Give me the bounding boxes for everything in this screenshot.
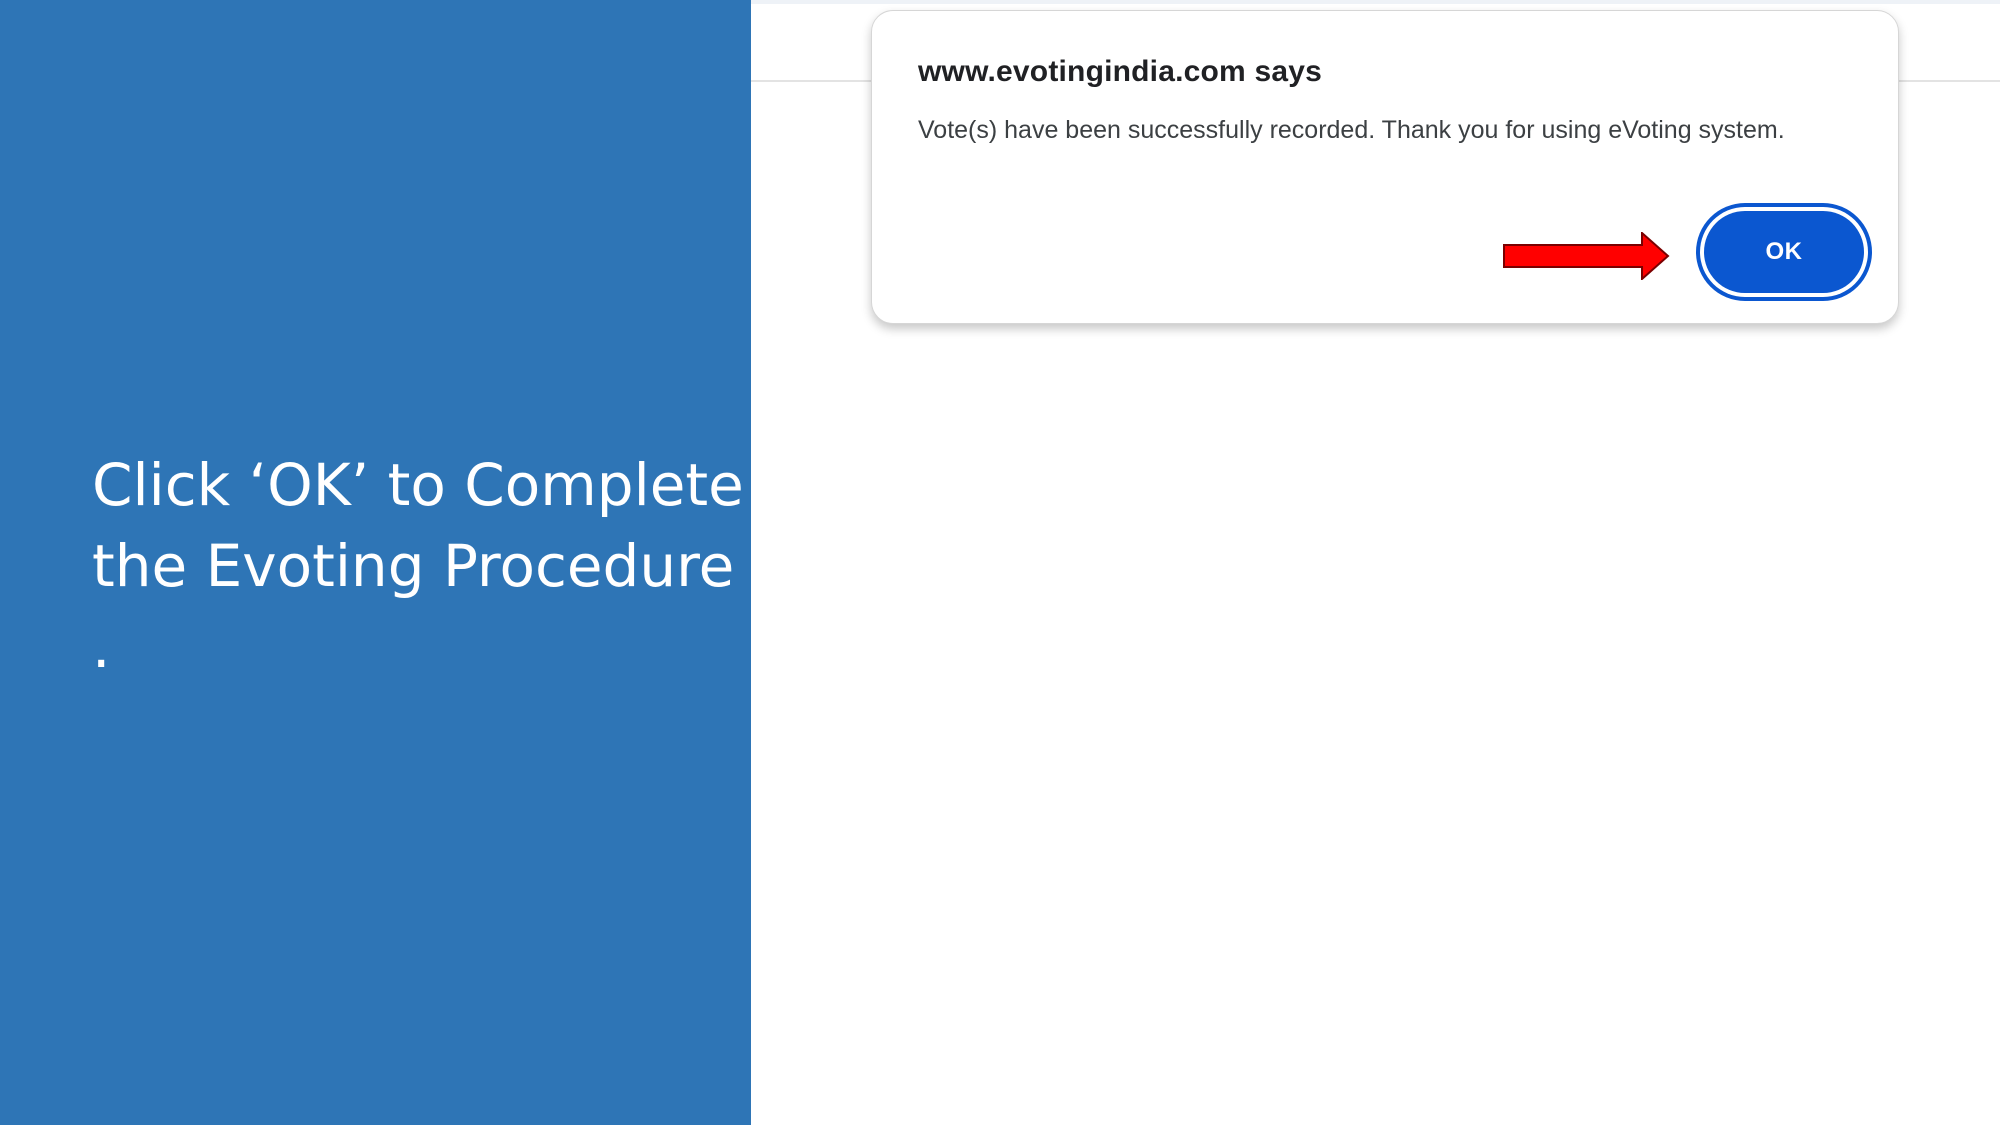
ok-button[interactable]: OK	[1704, 211, 1864, 293]
instruction-line: Click ‘OK’ to Complete	[92, 451, 744, 519]
instruction-line: .	[92, 613, 111, 681]
instruction-text: Click ‘OK’ to Complete the Evoting Proce…	[92, 445, 744, 688]
alert-dialog: www.evotingindia.com says Vote(s) have b…	[871, 10, 1899, 324]
browser-top-strip	[751, 0, 2000, 4]
dialog-message: Vote(s) have been successfully recorded.…	[918, 116, 1785, 144]
tutorial-slide: Click ‘OK’ to Complete the Evoting Proce…	[0, 0, 2000, 1125]
instruction-line: the Evoting Procedure	[92, 532, 735, 600]
right-arrow-icon	[1503, 232, 1670, 280]
instruction-panel: Click ‘OK’ to Complete the Evoting Proce…	[0, 0, 751, 1125]
browser-screenshot: www.evotingindia.com says Vote(s) have b…	[751, 0, 2000, 1125]
dialog-title: www.evotingindia.com says	[918, 55, 1322, 88]
